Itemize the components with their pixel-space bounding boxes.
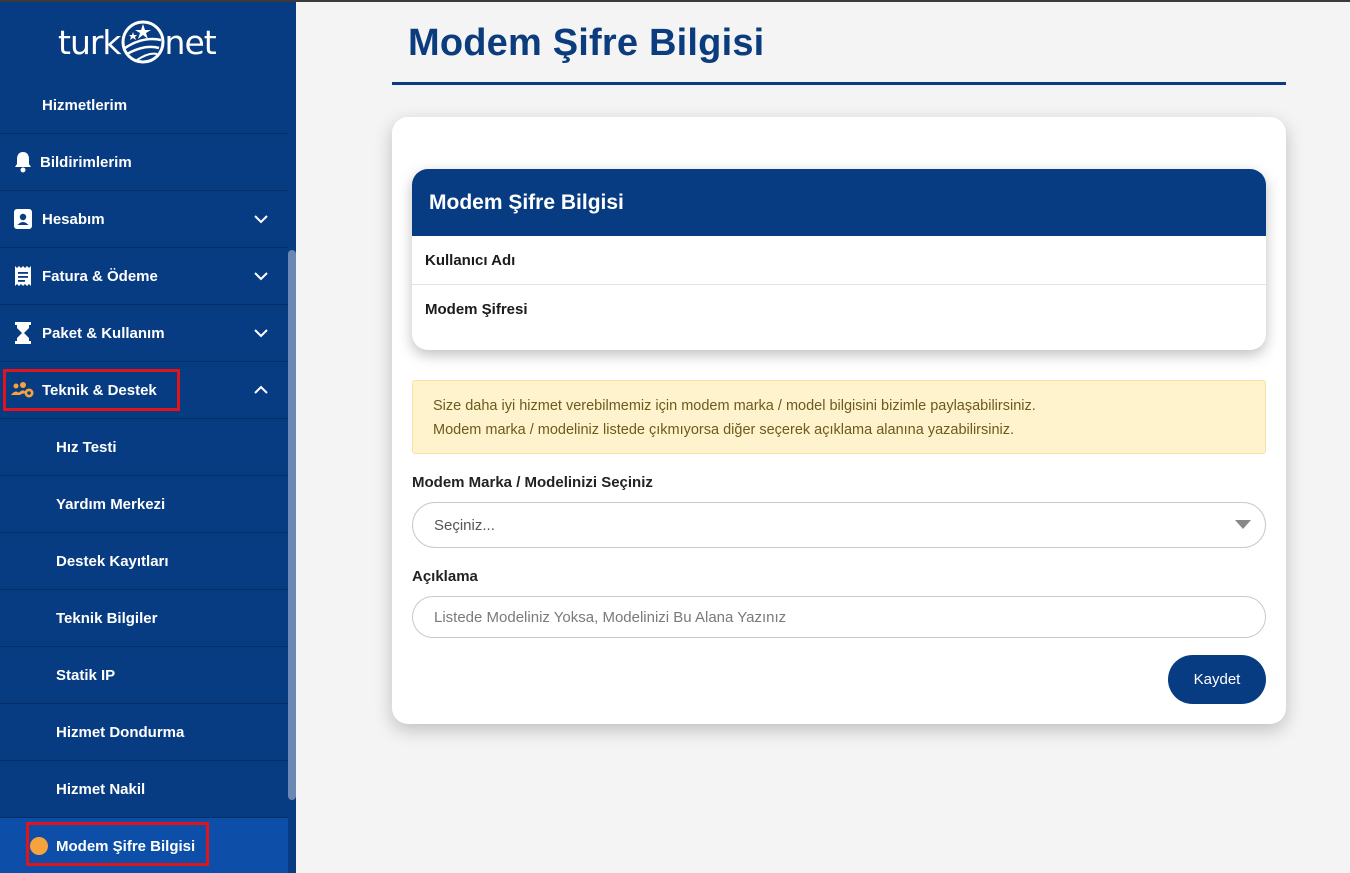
sidebar-item-label: Hesabım bbox=[42, 210, 105, 228]
logo-text-left: turk bbox=[58, 22, 122, 62]
model-select-label: Modem Marka / Modelinizi Seçiniz bbox=[412, 474, 653, 491]
page-title: Modem Şifre Bilgisi bbox=[408, 22, 765, 64]
sidebar-subitem-teknik-bilgiler[interactable]: Teknik Bilgiler bbox=[0, 590, 288, 647]
alert-line: Modem marka / modeliniz listede çıkmıyor… bbox=[433, 422, 1015, 438]
sidebar-item-label: Paket & Kullanım bbox=[42, 324, 165, 342]
sidebar-subitem-hizmet-dondurma[interactable]: Hizmet Dondurma bbox=[0, 704, 288, 761]
sidebar-subitem-destek-kayitlari[interactable]: Destek Kayıtları bbox=[0, 533, 288, 590]
receipt-icon bbox=[11, 264, 35, 288]
sidebar-item-hesabim[interactable]: Hesabım bbox=[0, 191, 288, 248]
bell-icon bbox=[11, 150, 35, 174]
globe-logo-icon bbox=[121, 20, 165, 64]
sidebar-item-bildirimlerim[interactable]: Bildirimlerim bbox=[0, 134, 288, 191]
panel-header: Modem Şifre Bilgisi bbox=[412, 169, 1266, 236]
sidebar-subitem-label: Teknik Bilgiler bbox=[56, 609, 158, 627]
description-label: Açıklama bbox=[412, 568, 478, 585]
sidebar-subitem-label: Destek Kayıtları bbox=[56, 552, 169, 570]
chevron-down-icon[interactable] bbox=[252, 210, 270, 228]
username-row: Kullanıcı Adı bbox=[412, 236, 1266, 285]
description-input[interactable] bbox=[412, 596, 1266, 638]
sidebar-subitem-label: Statik IP bbox=[56, 666, 116, 684]
alert-line: Size daha iyi hizmet verebilmemiz için m… bbox=[433, 398, 1036, 414]
sidebar-subitem-statik-ip[interactable]: Statik IP bbox=[0, 647, 288, 704]
title-divider bbox=[392, 82, 1286, 85]
sidebar-item-paket-kullanim[interactable]: Paket & Kullanım bbox=[0, 305, 288, 362]
sidebar-item-hizmetlerim[interactable]: Hizmetlerim bbox=[0, 77, 288, 134]
logo-text-right: net bbox=[164, 22, 217, 62]
highlight-box bbox=[26, 822, 209, 866]
turknet-logo[interactable]: turk net bbox=[58, 16, 238, 68]
sidebar-subitem-label: Yardım Merkezi bbox=[56, 495, 166, 513]
modem-password-row: Modem Şifresi bbox=[425, 301, 528, 318]
modem-info-panel: Modem Şifre Bilgisi Kullanıcı Adı Modem … bbox=[412, 169, 1266, 350]
sidebar-subitem-yardim-merkezi[interactable]: Yardım Merkezi bbox=[0, 476, 288, 533]
contact-card-icon bbox=[11, 207, 35, 231]
hourglass-icon bbox=[11, 321, 35, 345]
sidebar-subitem-hizmet-nakil[interactable]: Hizmet Nakil bbox=[0, 761, 288, 818]
sidebar: turk net Hizmetlerim Bildirimlerim Hesab… bbox=[0, 2, 296, 873]
sidebar-item-label: Fatura & Ödeme bbox=[42, 267, 158, 285]
sidebar-item-label: Bildirimlerim bbox=[40, 153, 132, 171]
sidebar-subitem-label: Hizmet Nakil bbox=[56, 780, 146, 798]
chevron-down-icon[interactable] bbox=[252, 324, 270, 342]
sidebar-subitem-hiz-testi[interactable]: Hız Testi bbox=[0, 419, 288, 476]
sidebar-scrollbar[interactable] bbox=[288, 250, 296, 800]
chevron-up-icon[interactable] bbox=[252, 381, 270, 399]
caret-down-icon bbox=[1235, 520, 1251, 529]
select-value: Seçiniz... bbox=[434, 516, 495, 534]
sidebar-item-label: Hizmetlerim bbox=[42, 96, 128, 114]
modem-model-select[interactable]: Seçiniz... bbox=[412, 502, 1266, 548]
sidebar-subitem-label: Hizmet Dondurma bbox=[56, 723, 185, 741]
info-alert: Size daha iyi hizmet verebilmemiz için m… bbox=[412, 380, 1266, 454]
chevron-down-icon[interactable] bbox=[252, 267, 270, 285]
sidebar-subitem-label: Hız Testi bbox=[56, 438, 117, 456]
sidebar-item-fatura-odeme[interactable]: Fatura & Ödeme bbox=[0, 248, 288, 305]
highlight-box bbox=[3, 369, 180, 411]
modem-password-card: Modem Şifre Bilgisi Kullanıcı Adı Modem … bbox=[392, 117, 1286, 724]
save-button[interactable]: Kaydet bbox=[1168, 655, 1266, 704]
